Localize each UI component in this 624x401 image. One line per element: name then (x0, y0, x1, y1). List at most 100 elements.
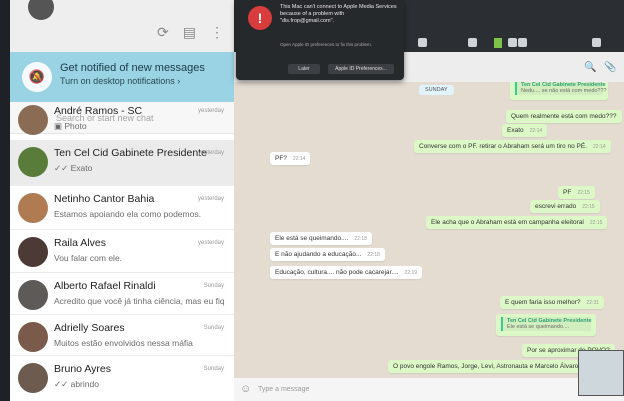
message-list: SUNDAY Ten Cel Cid Gabinete Presidente N… (234, 82, 624, 378)
chat-time: Sunday (203, 366, 224, 372)
menu-bar-icon[interactable] (508, 38, 517, 47)
message-input[interactable] (258, 383, 558, 396)
quoted-message[interactable]: Ten Cel Cid Gabinete Presidente Ele está… (501, 317, 592, 331)
contact-avatar (18, 105, 48, 135)
chat-list-item[interactable]: Ten Cel Cid Gabinete Presidente yesterda… (10, 140, 234, 186)
message-bubble[interactable]: Ele está se queimando.... 22:18 (270, 232, 372, 245)
message-bubble[interactable]: O povo engole Ramos, Jorge, Levi, Astron… (388, 360, 607, 373)
message-time: 22:18 (367, 252, 380, 258)
message-bubble[interactable]: Exato 22:14 (502, 124, 548, 137)
chat-time: yesterday (197, 150, 224, 156)
profile-avatar[interactable] (28, 0, 54, 20)
quote-text: Ele está se queimando.... (507, 324, 570, 330)
status-refresh-icon[interactable]: ⟳ (157, 24, 169, 41)
contact-avatar (18, 147, 48, 177)
conversation-panel: 🔍 📎 SUNDAY Ten Cel Cid Gabinete Presiden… (234, 52, 624, 401)
menu-bar-icon[interactable] (592, 38, 601, 47)
chat-time: yesterday (197, 196, 224, 202)
quoted-message[interactable]: Ten Cel Cid Gabinete Presidente Nedu....… (515, 82, 607, 95)
message-bubble[interactable]: Converse com o PF. retirar o Abraham ser… (414, 140, 611, 153)
menu-bar-icon[interactable] (468, 38, 477, 47)
message-text: Converse com o PF. retirar o Abraham ser… (419, 143, 587, 150)
alert-subtitle: Open Apple ID preferences to fix this pr… (280, 42, 373, 47)
message-bubble[interactable]: PF? 22:14 (270, 152, 311, 165)
message-time: 22:15 (577, 190, 590, 196)
contact-avatar (18, 193, 48, 223)
contact-name: Adrielly Soares (54, 322, 125, 334)
menu-icon[interactable]: ⋮ (210, 24, 224, 41)
contact-name: Raila Alves (54, 237, 106, 249)
message-text: escrevi errado (535, 203, 577, 210)
message-text: PF (563, 189, 572, 196)
message-time: 22:15 (589, 220, 603, 226)
apple-id-preferences-button[interactable]: Apple ID Preferences... (328, 64, 394, 74)
notify-title: Get notified of new messages (60, 62, 205, 74)
warning-icon: ! (248, 6, 272, 30)
chat-preview: ▣ Photo (54, 121, 87, 131)
contact-avatar (18, 237, 48, 267)
screenshot-thumbnail[interactable] (578, 350, 624, 396)
chat-list-item[interactable]: Alberto Rafael Rinaldi Sunday Acredito q… (10, 273, 234, 315)
message-bubble[interactable]: Ten Cel Cid Gabinete Presidente Nedu....… (510, 82, 608, 100)
message-text: O povo engole Ramos, Jorge, Levi, Astron… (393, 363, 602, 370)
sidebar-header: ⟳ ▤ ⋮ (10, 0, 234, 52)
alert-title: This Mac can't connect to Apple Media Se… (280, 4, 397, 24)
message-time: 22:15 (582, 204, 595, 210)
contact-avatar (18, 363, 48, 393)
menu-bar-icon[interactable] (418, 38, 427, 47)
message-text: E quem faria isso melhor? (505, 299, 581, 306)
chat-list-item[interactable]: André Ramos - SC yesterday ▣ Photo (10, 98, 234, 146)
search-icon[interactable]: 🔍 (584, 62, 596, 73)
chat-time: Sunday (203, 283, 224, 289)
message-time: 22:19 (404, 270, 418, 276)
message-time: 22:14 (292, 156, 306, 162)
contact-avatar (18, 322, 48, 352)
message-bubble[interactable]: Ele acha que o Abraham está em campanha … (426, 216, 608, 229)
chat-time: yesterday (197, 108, 224, 114)
message-time: 22:18 (354, 236, 367, 242)
chat-list-item[interactable]: Raila Alves yesterday Vou falar com ele. (10, 230, 234, 273)
message-composer: ☺ (234, 378, 624, 401)
message-text: Ele está se queimando.... (275, 235, 349, 242)
chat-time: yesterday (197, 240, 224, 246)
message-bubble[interactable]: E quem faria isso melhor? 22:31 (500, 296, 605, 309)
chat-list-item[interactable]: Netinho Cantor Bahia yesterday Estamos a… (10, 186, 234, 230)
message-bubble[interactable]: Educação, cultura.... não pode cacarejar… (270, 266, 423, 279)
message-bubble[interactable]: E não ajudando a educação... 22:18 (270, 248, 385, 261)
apple-id-alert: ! This Mac can't connect to Apple Media … (236, 0, 404, 80)
message-text: Exato (507, 127, 524, 134)
message-bubble[interactable]: Ten Cel Cid Gabinete Presidente Ele está… (496, 314, 596, 336)
contact-name: Alberto Rafael Rinaldi (54, 280, 156, 292)
chat-preview: Vou falar com ele. (54, 253, 123, 263)
message-time: 22:31 (586, 300, 600, 306)
emoji-icon[interactable]: ☺ (240, 383, 251, 395)
message-time: 22:14 (529, 128, 543, 134)
contact-name: Bruno Ayres (54, 363, 112, 375)
notify-link[interactable]: Turn on desktop notifications › (60, 76, 180, 86)
chat-preview: Muitos estão envolvidos nessa máfia (54, 338, 193, 348)
chat-preview: ✓✓ abrindo (54, 379, 99, 389)
message-bubble[interactable]: PF 22:15 (558, 186, 595, 199)
quote-text: Nedu.... se não está com medo??? (521, 88, 607, 94)
notification-banner[interactable]: 🔕 Get notified of new messages Turn on d… (10, 52, 234, 102)
contact-avatar (18, 280, 48, 310)
contact-name: Netinho Cantor Bahia (54, 193, 155, 205)
attach-icon[interactable]: 📎 (604, 62, 616, 73)
battery-icon[interactable] (494, 38, 502, 48)
chat-list-item[interactable]: Adrielly Soares Sunday Muitos estão envo… (10, 315, 234, 356)
later-button[interactable]: Later (288, 64, 320, 74)
message-text: Educação, cultura.... não pode cacarejar… (275, 269, 399, 276)
chat-preview: Acredito que você já tinha ciência, mas … (54, 296, 224, 306)
date-divider: SUNDAY (419, 85, 454, 95)
message-bubble[interactable]: escrevi errado 22:15 (530, 200, 600, 213)
message-text: E não ajudando a educação... (275, 251, 362, 258)
message-bubble[interactable]: Quem realmente está com medo??? (506, 110, 622, 123)
contact-name: Ten Cel Cid Gabinete Presidente (54, 147, 207, 159)
menu-bar-icon[interactable] (518, 38, 527, 47)
message-text: PF? (275, 155, 287, 162)
chat-list-item[interactable]: Bruno Ayres Sunday ✓✓ abrindo (10, 356, 234, 401)
message-text: Quem realmente está com medo??? (511, 113, 617, 120)
contact-name: André Ramos - SC (54, 105, 143, 117)
chat-preview: Estamos apoiando ela como podemos. (54, 209, 201, 219)
new-chat-icon[interactable]: ▤ (183, 24, 196, 41)
